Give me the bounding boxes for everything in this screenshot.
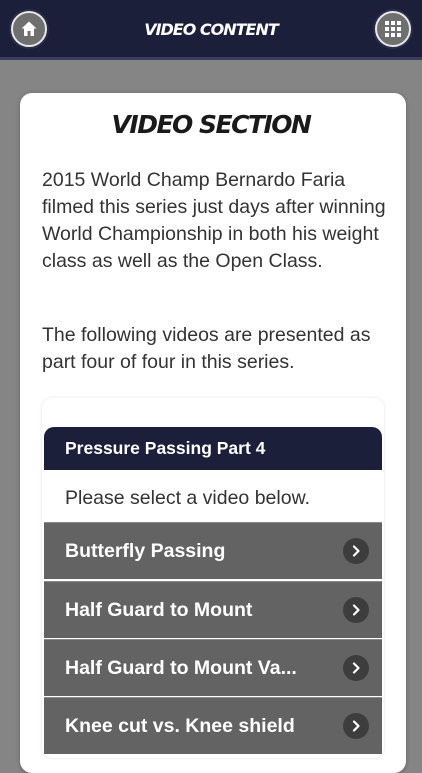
chevron-right-icon (343, 713, 369, 739)
video-item-knee-cut-vs-knee-shield[interactable]: Knee cut vs. Knee shield (44, 697, 382, 754)
header-title: VIDEO CONTENT (144, 20, 279, 39)
video-item-half-guard-to-mount[interactable]: Half Guard to Mount (44, 581, 382, 638)
video-list-header: Pressure Passing Part 4 (44, 427, 382, 470)
section-description-series: The following videos are presented as pa… (42, 324, 371, 373)
video-item-label: Knee cut vs. Knee shield (65, 715, 295, 737)
video-item-label: Half Guard to Mount Va... (65, 657, 297, 679)
video-item-label: Half Guard to Mount (65, 599, 253, 621)
grid-menu-button[interactable] (375, 11, 411, 47)
grid-menu-icon (385, 21, 401, 37)
video-list-prompt: Please select a video below. (44, 470, 382, 522)
chevron-right-icon (343, 538, 369, 564)
video-item-label: Butterfly Passing (65, 540, 226, 562)
section-title: VIDEO SECTION (111, 110, 312, 139)
video-item-half-guard-to-mount-variation[interactable]: Half Guard to Mount Va... (44, 639, 382, 696)
chevron-right-icon (343, 655, 369, 681)
video-item-butterfly-passing[interactable]: Butterfly Passing (44, 522, 382, 579)
chevron-right-icon (343, 597, 369, 623)
section-description: 2015 World Champ Bernardo Faria filmed t… (42, 169, 386, 272)
app-header: VIDEO CONTENT (0, 0, 422, 60)
